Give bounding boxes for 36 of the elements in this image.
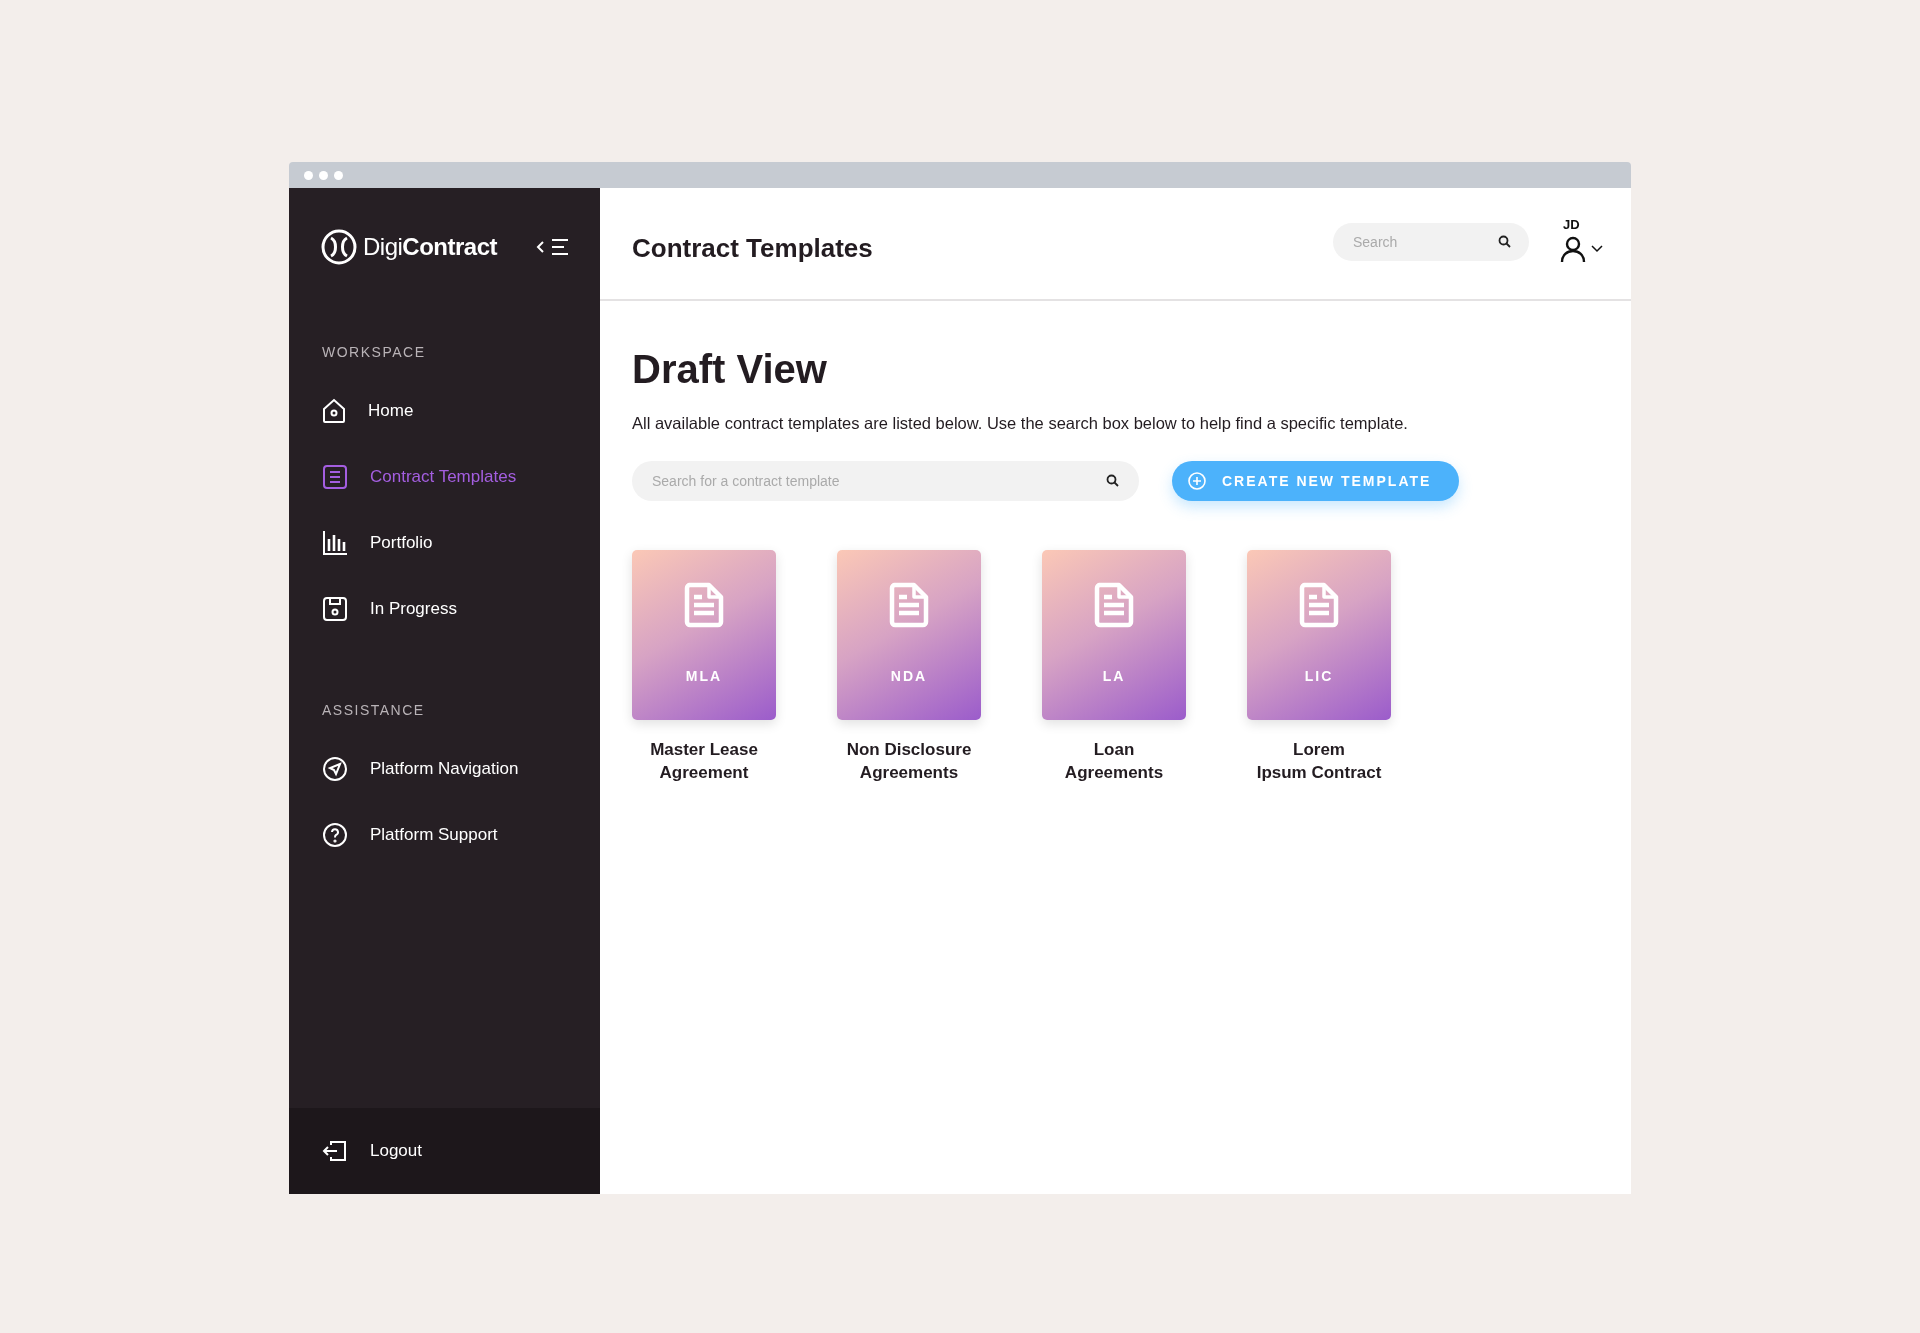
search-field[interactable]: Search xyxy=(1333,222,1529,261)
nav-item[interactable]: Portfolio xyxy=(289,510,600,576)
template-search-field[interactable]: Search for a contract template xyxy=(632,461,1139,501)
chevron-down-icon[interactable] xyxy=(1591,244,1603,253)
template-name: Non Disclosure Agreements xyxy=(845,739,973,784)
search-icon xyxy=(1498,234,1511,248)
logout-icon xyxy=(322,1138,348,1164)
help-icon xyxy=(322,822,348,848)
nav-item[interactable]: Platform Support xyxy=(289,802,600,868)
document-icon xyxy=(889,582,929,628)
search-icon xyxy=(1106,474,1119,487)
document-icon xyxy=(1094,582,1134,628)
section-heading: WORKSPACE xyxy=(321,344,427,360)
logo-text: DigiContract xyxy=(363,233,497,261)
nav-item[interactable]: Home xyxy=(289,378,600,444)
home-icon xyxy=(322,398,346,424)
navigation-icon xyxy=(322,756,348,782)
page-title: Contract Templates xyxy=(632,233,873,264)
template-name: Loan Agreements xyxy=(1063,739,1165,784)
nav-item[interactable]: Platform Navigation xyxy=(289,736,600,802)
template-name: Lorem Ipsum Contract xyxy=(1255,739,1383,784)
section-heading: Draft View xyxy=(632,347,828,392)
template-name: Master Lease Agreement xyxy=(649,739,759,784)
nav-item[interactable]: In Progress xyxy=(289,576,600,642)
document-icon xyxy=(1299,582,1339,628)
document-list-icon xyxy=(322,464,348,490)
description-text: All available contract templates are listed below. Use the search box below to help find a specific template. xyxy=(632,414,1409,433)
user-icon[interactable] xyxy=(1559,234,1587,263)
bar-chart-icon xyxy=(322,530,348,556)
logo-icon xyxy=(321,229,357,265)
plus-circle-icon xyxy=(1188,472,1206,490)
section-heading: ASSISTANCE xyxy=(321,702,426,718)
user-initials: JD xyxy=(1563,216,1580,232)
window-dots-icon xyxy=(304,170,343,180)
document-icon xyxy=(684,582,724,628)
nav-item[interactable]: Contract Templates xyxy=(289,444,600,510)
